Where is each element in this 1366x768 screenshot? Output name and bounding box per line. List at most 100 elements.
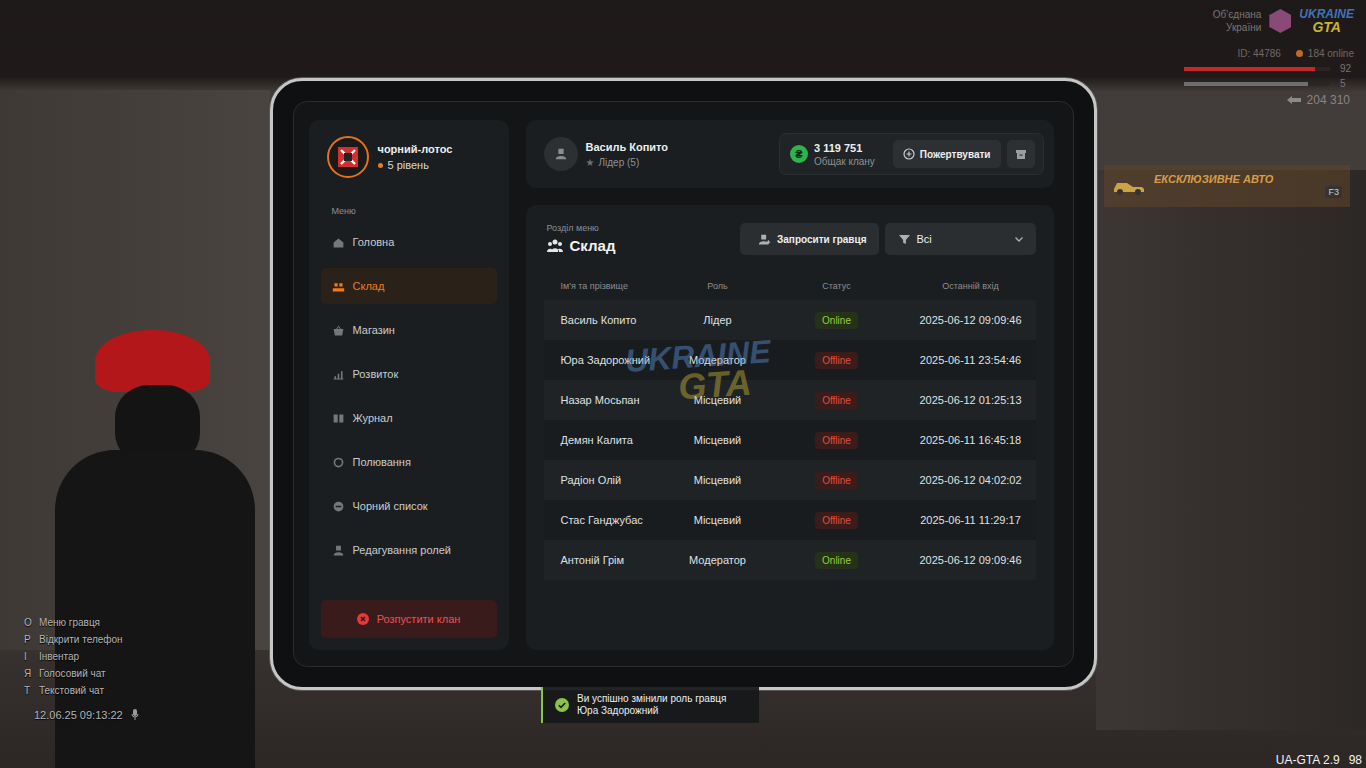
member-status-cell: Offline [768,512,906,529]
member-name: Демян Калита [544,434,668,446]
sidebar-item[interactable]: Склад [321,268,497,304]
filter-value: Всі [917,233,1007,245]
dismiss-clan-button[interactable]: Розпустити клан [321,600,497,638]
member-last-login: 2025-06-11 11:29:17 [906,514,1036,526]
promo-banner[interactable]: ЕКСКЛЮЗИВНЕ АВТО F3 [1104,165,1350,207]
user-card: Василь Копито★Лідер (5) [544,137,669,171]
hud-info: ID: 44786 184 online [1237,48,1354,59]
close-circle-icon [357,613,369,625]
car-icon [1112,177,1146,195]
hotkey-label: Голосовий чат [39,668,106,679]
table-header: Ім'я та прізвищеРольСтатусОстанній вхід [544,281,1036,300]
online-count: 184 online [1308,48,1354,59]
member-status-cell: Offline [768,392,906,409]
filter-select[interactable]: Всі [885,223,1036,255]
menu-item-icon [332,412,345,425]
member-role: Місцевий [668,394,768,406]
member-last-login: 2025-06-12 09:09:46 [906,314,1036,326]
member-role: Модератор [668,554,768,566]
bar-value: 5 [1340,78,1354,89]
member-role: Місцевий [668,474,768,486]
box-icon [1015,148,1027,160]
member-role: Модератор [668,354,768,366]
user-role: ★Лідер (5) [586,157,669,168]
clan-info: чорний-лотос5 рівень [378,143,453,171]
sidebar-item[interactable]: Чорний список [321,488,497,524]
hotkey-label: Текстовий чат [39,685,104,696]
table-row[interactable]: Антоній ГрімМодераторOnline2025-06-12 09… [544,540,1036,580]
status-badge: Online [815,312,858,329]
status-badge: Online [815,552,858,569]
sidebar-item[interactable]: Полювання [321,444,497,480]
tablet-overlay: чорний-лотос5 рівень Меню Головна Склад Мага… [0,0,1366,768]
sidebar-menu: Головна Склад Магазин Розвиток Журнал Полюван… [321,224,497,568]
promo-key: F3 [1325,186,1342,198]
member-role: Місцевий [668,434,768,446]
player-id: ID: 44786 [1237,48,1280,59]
hud-brand: Об'єднана УкраїниUKRAINEGTA [1199,8,1354,34]
sidebar-item[interactable]: Магазин [321,312,497,348]
plus-circle-icon [903,148,915,160]
character-hat [95,330,210,392]
filter-icon [899,234,910,245]
members-table: Ім'я та прізвищеРольСтатусОстанній вхідВ… [544,281,1036,580]
table-row[interactable]: Демян КалитаМісцевийOffline2025-06-11 16… [544,420,1036,460]
menu-item-icon [332,368,345,381]
member-name: Василь Копито [544,314,668,326]
section-caption: Розділ меню [547,223,616,233]
table-row[interactable]: Василь КопитоЛідерOnline2025-06-12 09:09… [544,300,1036,340]
member-status-cell: Offline [768,472,906,489]
table-row[interactable]: Стас ГанджубасМісцевийOffline2025-06-11 … [544,500,1036,540]
treasury-card: ₴3 119 751Общак клануПожертвувати [779,133,1044,175]
menu-label: Меню [321,206,497,216]
member-name: Назар Мосьпан [544,394,668,406]
promo-title: ЕКСКЛЮЗИВНЕ АВТО [1154,173,1317,185]
hotkey-label: Відкрити телефон [39,634,123,645]
server-badge-icon [1269,9,1291,33]
table-row[interactable]: Назар МосьпанМісцевийOffline2025-06-12 0… [544,380,1036,420]
member-last-login: 2025-06-12 04:02:02 [906,474,1036,486]
treasury-amount: 3 119 751 [814,142,875,154]
table-row[interactable]: Юра ЗадорожнийМодераторOffline2025-06-11… [544,340,1036,380]
table-row[interactable]: Радіон ОлійМісцевийOffline2025-06-12 04:… [544,460,1036,500]
microphone-icon [131,709,139,721]
sidebar-item[interactable]: Головна [321,224,497,260]
treasury-info: 3 119 751Общак клану [814,142,875,167]
menu-item-icon [332,544,345,557]
hotkey-item: PВідкрити телефон [24,634,139,645]
status-badge: Offline [815,392,858,409]
notification: Ви успішно змінили роль гравця Юра Задор… [541,687,759,723]
invite-button[interactable]: Запросити гравця [740,223,878,255]
tablet-screen: чорний-лотос5 рівень Меню Головна Склад Мага… [293,101,1074,667]
menu-item-icon [332,324,345,337]
clock: 12.06.25 09:13:22 [34,709,139,721]
sidebar-item[interactable]: Редагування ролей [321,532,497,568]
member-status-cell: Online [768,552,906,569]
storage-button[interactable] [1007,140,1035,168]
game-screen: Об'єднана УкраїниUKRAINEGTA ID: 44786 184 … [0,0,1366,768]
status-badge: Offline [815,432,858,449]
version-info: UA-GTA 2.998 [1276,753,1362,767]
hotkey-key: Я [24,668,30,679]
scene-wall [1096,170,1366,730]
member-name: Юра Задорожний [544,354,668,366]
logo-word: GTA [1312,21,1341,34]
hotkey-item: OМеню гравця [24,617,139,628]
donate-button[interactable]: Пожертвувати [893,140,1001,168]
member-last-login: 2025-06-12 09:09:46 [906,554,1036,566]
main-area: Василь Копито★Лідер (5)₴3 119 751Общак к… [526,120,1054,650]
hotkey-item: Я Голосовий чат [24,668,139,679]
chevron-down-icon [1014,234,1024,244]
clan-logo-icon [327,136,369,178]
clan-header: чорний-лотос5 рівень [321,136,497,178]
menu-item-icon [332,280,345,293]
sidebar-item[interactable]: Розвиток [321,356,497,392]
sidebar-item[interactable]: Журнал [321,400,497,436]
add-user-icon [758,233,771,246]
role-star-icon: ★ [586,157,595,168]
hotkey-key: I [24,651,30,662]
column-header: Роль [668,281,768,291]
watermark-word: UKRAINE [624,336,772,376]
hotkey-key: O [24,617,30,628]
game-version: UA-GTA 2.9 [1276,753,1340,767]
